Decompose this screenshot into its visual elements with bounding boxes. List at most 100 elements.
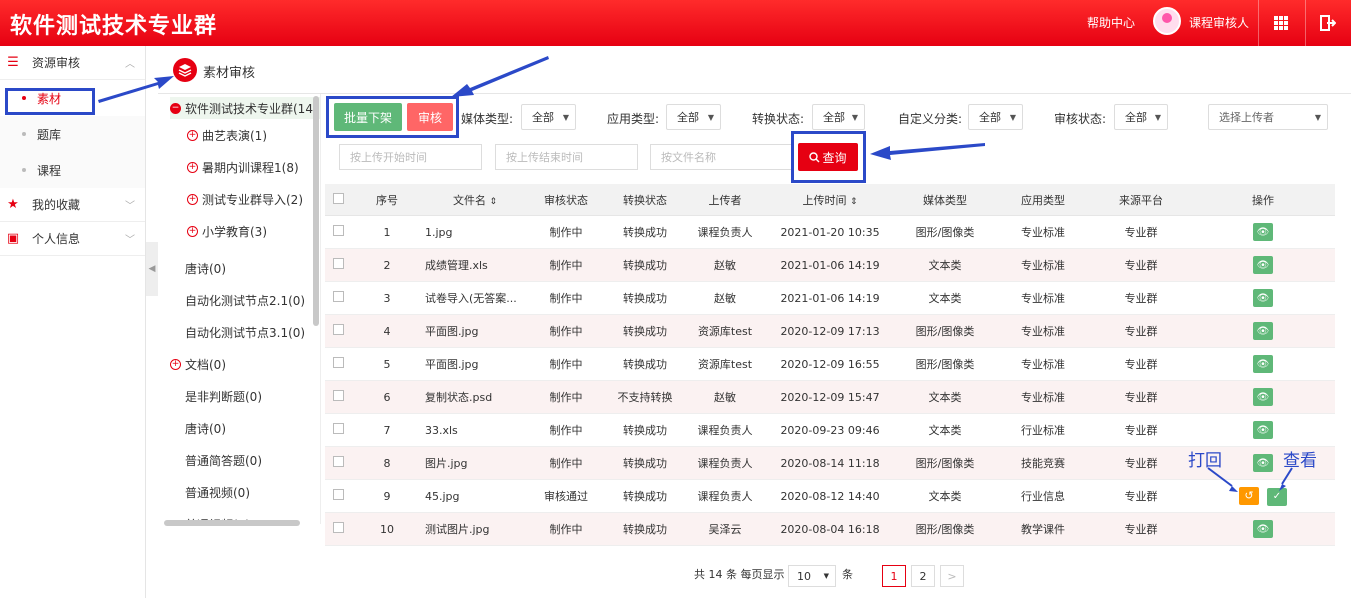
tree-node-root[interactable]: − 软件测试技术专业群(14) bbox=[170, 97, 320, 119]
tree-node[interactable]: 普通视频(0) bbox=[185, 481, 250, 503]
row-checkbox[interactable] bbox=[332, 489, 344, 500]
table-row[interactable]: 7 33.xls 制作中 转换成功 课程负责人 2020-09-23 09:46 文本类 行业… bbox=[325, 414, 1335, 447]
table-row[interactable]: 10 测试图片.jpg 制作中 转换成功 吴泽云 2020-08-04 16:18 图形/图… bbox=[325, 513, 1335, 546]
row-checkbox[interactable] bbox=[332, 225, 344, 236]
view-icon[interactable]: 👁 bbox=[1253, 223, 1273, 241]
upload-end-time-input[interactable]: 按上传结束时间 bbox=[495, 144, 638, 170]
table-cell: 专业群 bbox=[1124, 292, 1158, 305]
table-cell: 制作中 bbox=[549, 325, 583, 338]
view-icon[interactable]: 👁 bbox=[1253, 322, 1273, 340]
view-icon[interactable]: 👁 bbox=[1253, 520, 1273, 538]
logout-button[interactable] bbox=[1305, 0, 1349, 46]
row-checkbox[interactable] bbox=[332, 390, 344, 401]
next-page-button[interactable]: > bbox=[940, 565, 964, 587]
sidebar-group-resource-review[interactable]: ☰ 资源审核 ︿ bbox=[0, 46, 145, 80]
page-button-2[interactable]: 2 bbox=[911, 565, 935, 587]
col-header: 应用类型 bbox=[1021, 193, 1065, 207]
table-row[interactable]: 1 1.jpg 制作中 转换成功 课程负责人 2021-01-20 10:35 图形/图像类… bbox=[325, 216, 1335, 249]
tree-node[interactable]: 自动化测试节点3.1(0) bbox=[185, 321, 305, 343]
col-header: 操作 bbox=[1252, 193, 1274, 207]
view-icon[interactable]: 👁 bbox=[1253, 355, 1273, 373]
media-type-select[interactable]: 全部 ▼ bbox=[521, 104, 576, 130]
view-icon[interactable]: 👁 bbox=[1253, 289, 1273, 307]
tree-node[interactable]: + 暑期内训课程1(8) bbox=[187, 156, 299, 178]
tree-vertical-scrollbar[interactable] bbox=[313, 96, 319, 326]
table-cell: 图形/图像类 bbox=[915, 325, 975, 338]
tree-node[interactable]: 普通简答题(0) bbox=[185, 449, 262, 471]
tree-node[interactable]: 是非判断题(0) bbox=[185, 385, 262, 407]
section-header: 素材审核 bbox=[158, 46, 1351, 94]
sidebar-group-favorites[interactable]: ★ 我的收藏 ﹀ bbox=[0, 188, 145, 222]
row-checkbox[interactable] bbox=[332, 324, 344, 335]
table-cell: 平面图.jpg bbox=[425, 358, 479, 371]
table-cell: 转换成功 bbox=[623, 490, 667, 503]
custom-category-label: 自定义分类: bbox=[898, 112, 963, 126]
upload-start-time-input[interactable]: 按上传开始时间 bbox=[339, 144, 482, 170]
custom-category-select[interactable]: 全部 ▼ bbox=[968, 104, 1023, 130]
annotation-view-label: 查看 bbox=[1283, 451, 1317, 471]
row-checkbox[interactable] bbox=[332, 291, 344, 302]
view-icon[interactable]: ✓ bbox=[1267, 487, 1287, 506]
table-row[interactable]: 2 成绩管理.xls 制作中 转换成功 赵敏 2021-01-06 14:19 文本类 专业标… bbox=[325, 249, 1335, 282]
table-cell: 专业标准 bbox=[1021, 226, 1065, 239]
select-all-checkbox[interactable] bbox=[332, 192, 344, 204]
select-value: 全部 bbox=[823, 111, 845, 124]
col-header-upload-time[interactable]: 上传时间 ⇕ bbox=[765, 192, 895, 208]
media-type-label: 媒体类型: bbox=[461, 112, 514, 126]
table-cell: 图形/图像类 bbox=[915, 226, 975, 239]
table-row[interactable]: 3 试卷导入(无答案... 制作中 转换成功 赵敏 2021-01-06 14:19 文本类… bbox=[325, 282, 1335, 315]
highlight-box-query bbox=[791, 131, 866, 183]
tree-node-label: 曲艺表演(1) bbox=[202, 128, 267, 143]
user-name[interactable]: 课程审核人 bbox=[1189, 14, 1249, 31]
avatar[interactable] bbox=[1153, 7, 1181, 35]
row-checkbox[interactable] bbox=[332, 423, 344, 434]
table-row[interactable]: 9 45.jpg 审核通过 转换成功 课程负责人 2020-08-12 14:40 文本类 行… bbox=[325, 480, 1335, 513]
col-header-label: 文件名 bbox=[452, 193, 486, 207]
sidebar-group-personal-info[interactable]: ▣ 个人信息 ﹀ bbox=[0, 222, 145, 256]
page-size-select[interactable]: 10 ▼ bbox=[788, 565, 836, 587]
page-button-1[interactable]: 1 bbox=[882, 565, 906, 587]
convert-status-select[interactable]: 全部 ▼ bbox=[812, 104, 865, 130]
tree-node[interactable]: 唐诗(0) bbox=[185, 417, 226, 439]
col-header-filename[interactable]: 文件名 ⇕ bbox=[423, 192, 527, 208]
help-center-link[interactable]: 帮助中心 bbox=[1087, 14, 1135, 31]
table-row[interactable]: 6 复制状态.psd 制作中 不支持转换 赵敏 2020-12-09 15:47 文本类 专业… bbox=[325, 381, 1335, 414]
table-row[interactable]: 4 平面图.jpg 制作中 转换成功 资源库test 2020-12-09 17:13 图形… bbox=[325, 315, 1335, 348]
row-checkbox[interactable] bbox=[332, 258, 344, 269]
tree-node[interactable]: + 曲艺表演(1) bbox=[187, 124, 267, 146]
tree-node[interactable]: + 文档(0) bbox=[170, 353, 226, 375]
tree-node[interactable]: + 小学教育(3) bbox=[187, 220, 267, 242]
tree-node[interactable]: + 测试专业群导入(2) bbox=[187, 188, 303, 210]
row-checkbox[interactable] bbox=[332, 357, 344, 368]
table-header: 序号 文件名 ⇕ 审核状态 转换状态 上传者 上传时间 ⇕ 媒体类型 应用类型 … bbox=[325, 184, 1335, 216]
sidebar-item-question-bank[interactable]: 题库 bbox=[0, 116, 145, 152]
table-row[interactable]: 8 图片.jpg 制作中 转换成功 课程负责人 2020-08-14 11:18 图形/图像… bbox=[325, 447, 1335, 480]
tree-horizontal-scrollbar[interactable] bbox=[164, 520, 300, 526]
view-icon[interactable]: 👁 bbox=[1253, 388, 1273, 406]
tree-node[interactable]: 自动化测试节点2.1(0) bbox=[185, 289, 305, 311]
row-checkbox-cell bbox=[325, 258, 351, 272]
view-icon[interactable]: 👁 bbox=[1253, 256, 1273, 274]
table-cell: 转换成功 bbox=[623, 292, 667, 305]
view-icon[interactable]: 👁 bbox=[1253, 421, 1273, 439]
table-cell: 图形/图像类 bbox=[915, 358, 975, 371]
uploader-select[interactable]: 选择上传者 ▼ bbox=[1208, 104, 1328, 130]
sidebar-item-courses[interactable]: 课程 bbox=[0, 152, 145, 188]
audit-status-select[interactable]: 全部 ▼ bbox=[1114, 104, 1168, 130]
row-checkbox[interactable] bbox=[332, 522, 344, 533]
table-cell: 课程负责人 bbox=[697, 457, 753, 470]
row-checkbox[interactable] bbox=[332, 456, 344, 467]
sidebar-collapse-handle[interactable]: ◀ bbox=[146, 242, 158, 296]
table-cell: 不支持转换 bbox=[617, 391, 673, 404]
row-checkbox-cell bbox=[325, 291, 351, 305]
view-icon[interactable]: 👁 bbox=[1253, 454, 1273, 472]
grid-menu-button[interactable] bbox=[1258, 0, 1302, 46]
table-cell: 行业信息 bbox=[1021, 490, 1065, 503]
file-name-input[interactable]: 按文件名称 bbox=[650, 144, 793, 170]
tree-node[interactable]: 唐诗(0) bbox=[185, 257, 226, 279]
table-row[interactable]: 5 平面图.jpg 制作中 转换成功 资源库test 2020-12-09 16:55 图形… bbox=[325, 348, 1335, 381]
app-type-select[interactable]: 全部 ▼ bbox=[666, 104, 721, 130]
return-button[interactable]: ↺ bbox=[1239, 486, 1259, 505]
caret-down-icon: ▼ bbox=[1009, 113, 1016, 122]
materials-table: 序号 文件名 ⇕ 审核状态 转换状态 上传者 上传时间 ⇕ 媒体类型 应用类型 … bbox=[325, 184, 1335, 546]
